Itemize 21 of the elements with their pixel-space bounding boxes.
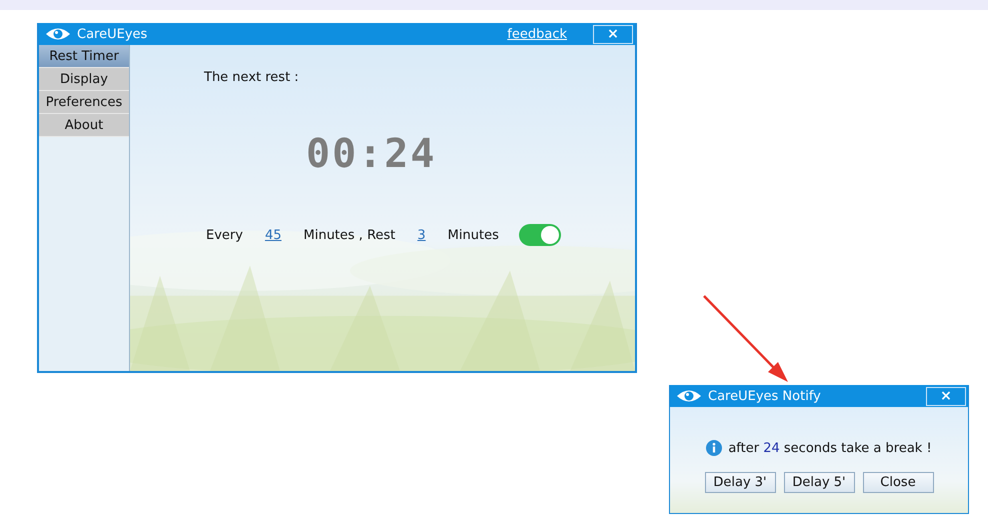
info-icon [706,440,722,456]
dialog-button[interactable]: Delay 5' [784,472,854,493]
window-title: CareUEyes [77,26,148,42]
next-rest-label: The next rest : [204,70,300,85]
timer-toggle[interactable] [518,224,561,246]
countdown-display: 00:24 [306,131,436,177]
sidebar-item[interactable]: Rest Timer [39,45,129,68]
dialog-button[interactable]: Delay 3' [704,472,776,493]
notification-message: after 24 seconds take a break ! [728,440,932,456]
sidebar-item[interactable]: About [39,114,129,137]
minutes-rest-label: Minutes , Rest [304,228,396,242]
every-label: Every [206,228,243,242]
eye-icon [676,388,702,404]
dialog-button[interactable]: Close [862,472,934,493]
sidebar-item[interactable]: Display [39,68,129,91]
work-minutes-link[interactable]: 45 [264,228,282,242]
minutes-label: Minutes [448,228,499,242]
window-title: CareUEyes Notify [708,388,821,404]
sidebar-item[interactable]: Preferences [39,91,129,114]
rest-minutes-link[interactable]: 3 [417,228,426,242]
eye-icon [45,26,71,42]
